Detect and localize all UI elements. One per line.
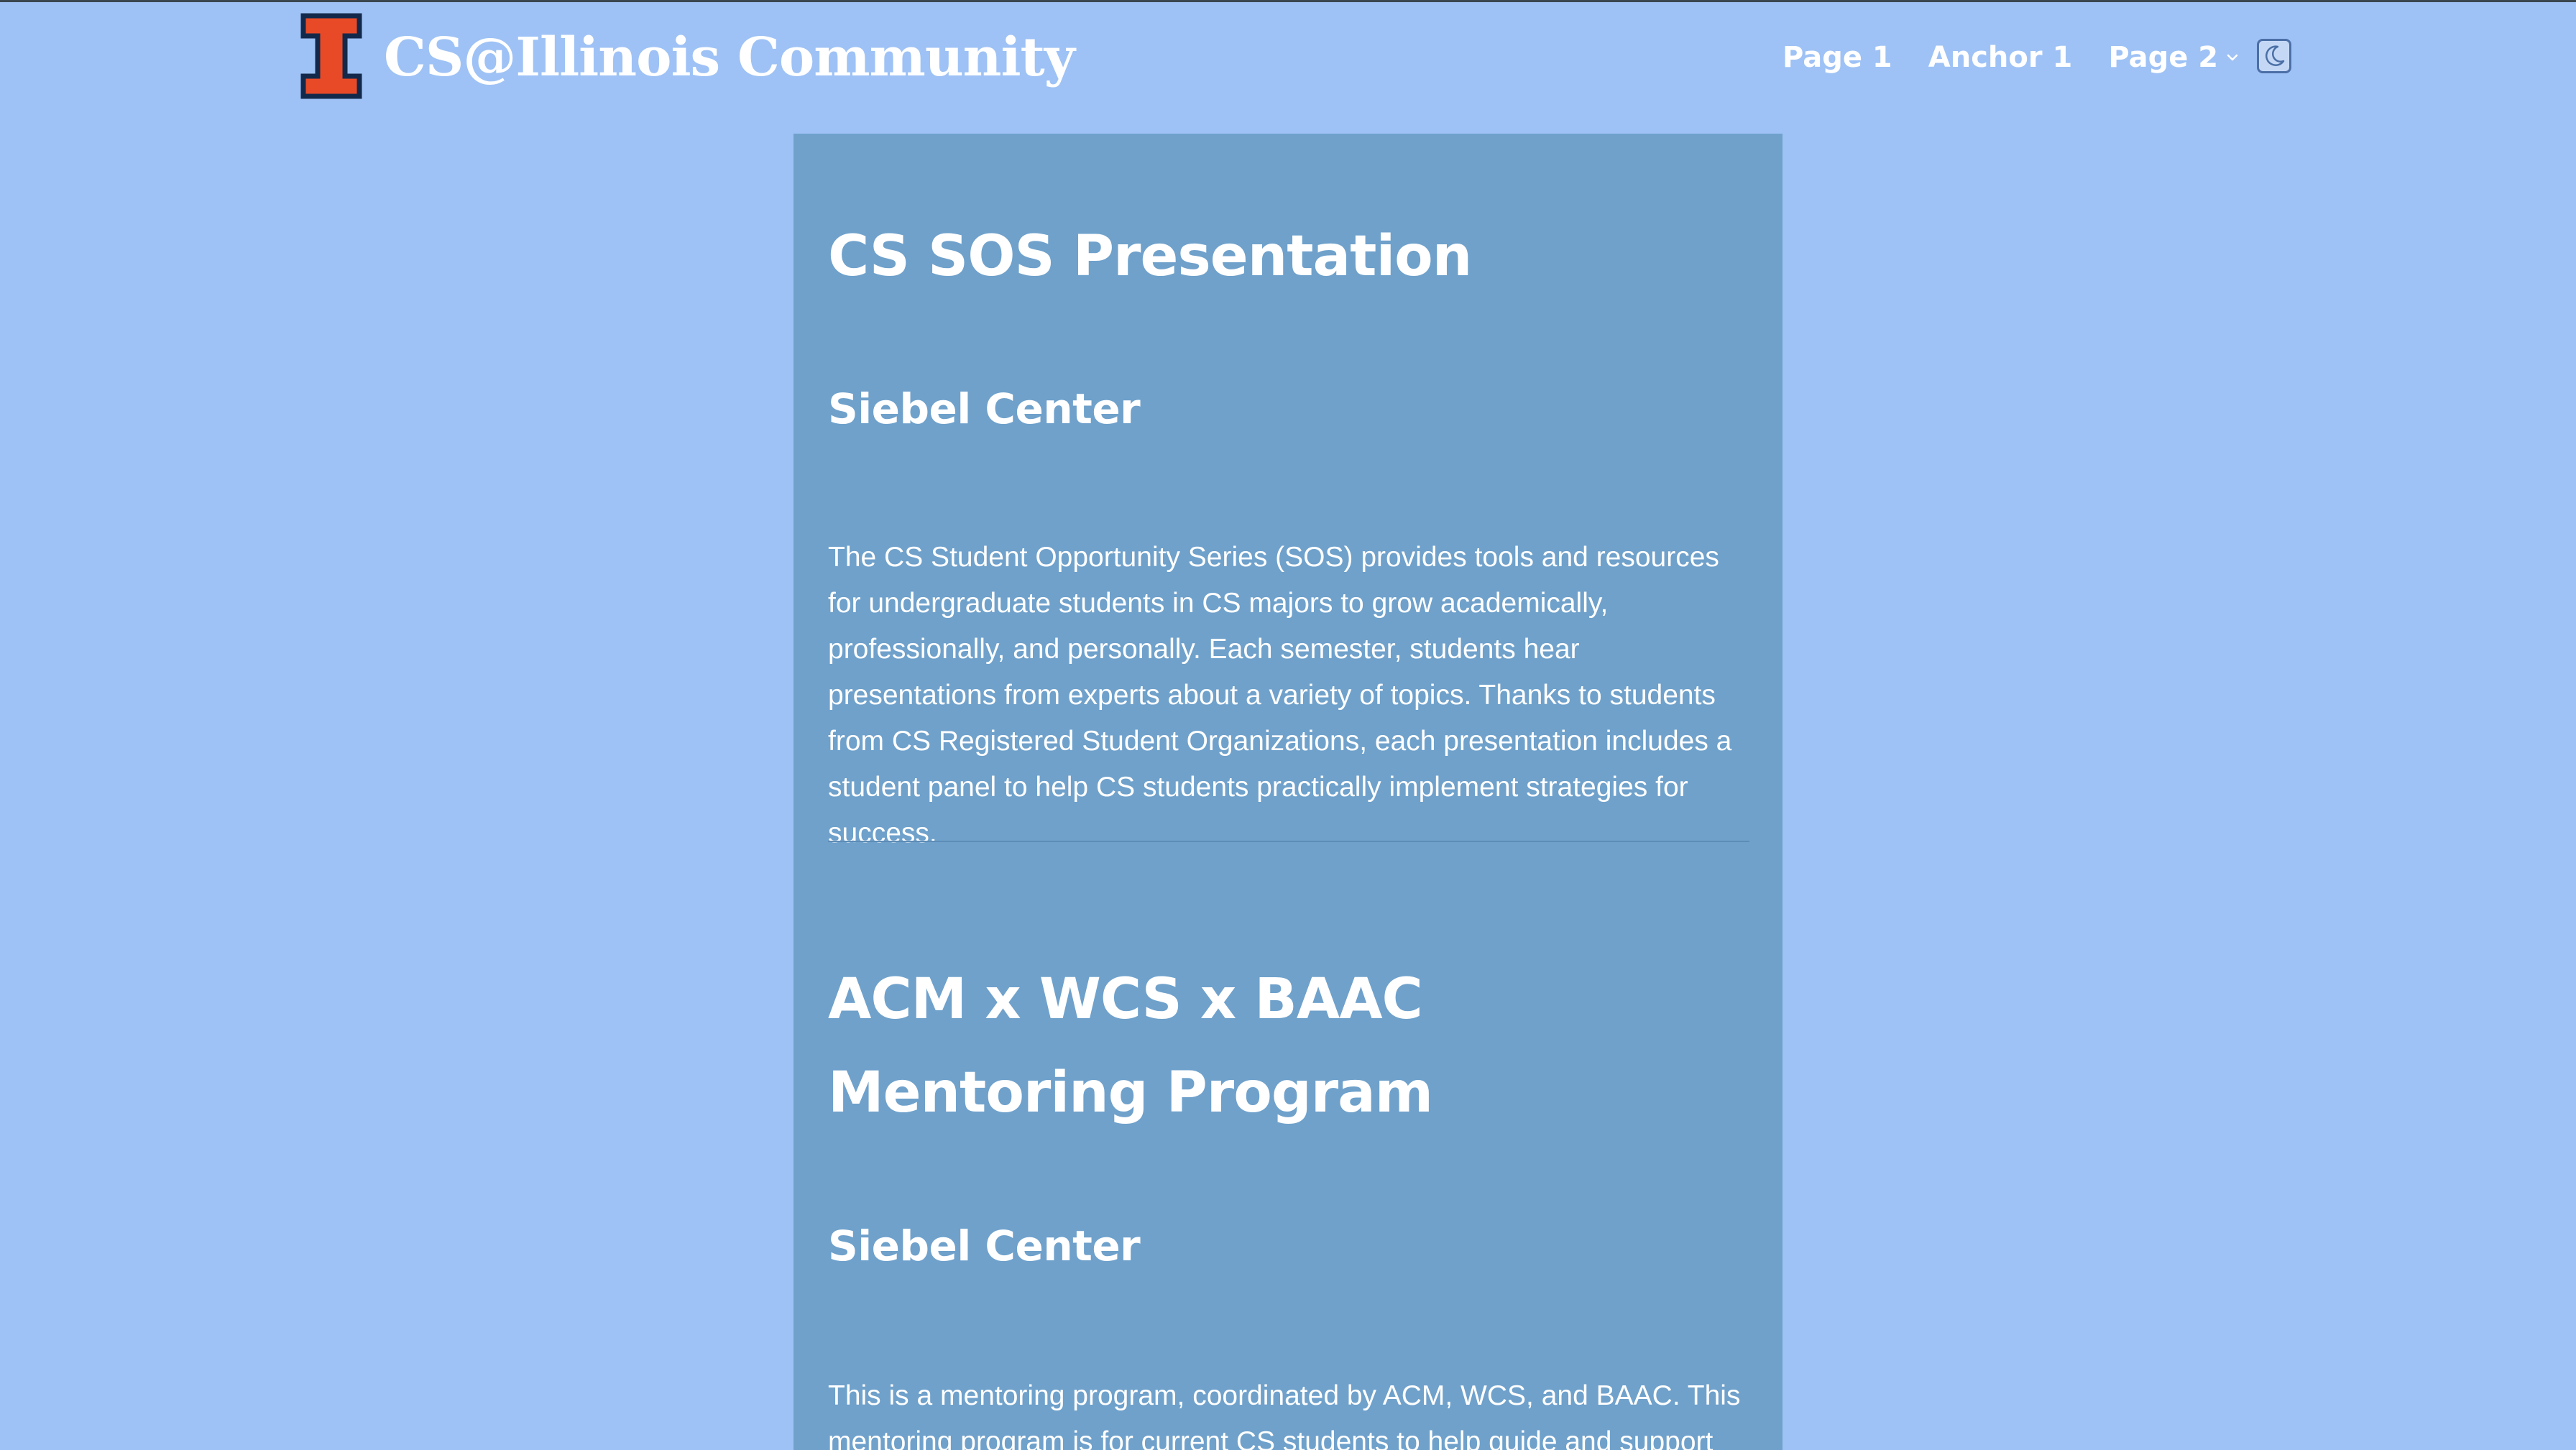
event-divider [828, 841, 1749, 842]
event-location: Siebel Center [828, 1222, 1141, 1270]
event-title: CS SOS Presentation [828, 224, 1472, 289]
event-title: ACM x WCS x BAAC Mentoring Program [828, 967, 1433, 1125]
illinois-block-i-icon[interactable] [299, 11, 364, 101]
event-description: This is a mentoring program, coordinated… [828, 1380, 1741, 1450]
events-panel: CS SOS Presentation Siebel Center The CS… [794, 134, 1782, 1450]
nav-link-label: Page 1 [1782, 41, 1892, 74]
nav-link-label: Page 2 [2108, 41, 2219, 74]
nav-link-page-1[interactable]: Page 1 [1782, 41, 1892, 74]
event-description: The CS Student Opportunity Series (SOS) … [828, 542, 1732, 849]
nav-link-label: Anchor 1 [1928, 41, 2073, 74]
main-nav: Page 1 Anchor 1 Page 2 [1782, 29, 2277, 86]
nav-link-anchor-1[interactable]: Anchor 1 [1928, 41, 2073, 74]
moon-icon [2266, 45, 2285, 66]
event-location: Siebel Center [828, 384, 1141, 433]
chevron-down-icon [2227, 54, 2238, 61]
site-title[interactable]: CS@Illinois Community [384, 22, 1075, 93]
site-header: CS@Illinois Community Page 1 Anchor 1 Pa… [0, 0, 2576, 115]
theme-toggle-button[interactable] [2257, 39, 2291, 73]
nav-dropdown-page-2[interactable]: Page 2 [2108, 41, 2241, 74]
